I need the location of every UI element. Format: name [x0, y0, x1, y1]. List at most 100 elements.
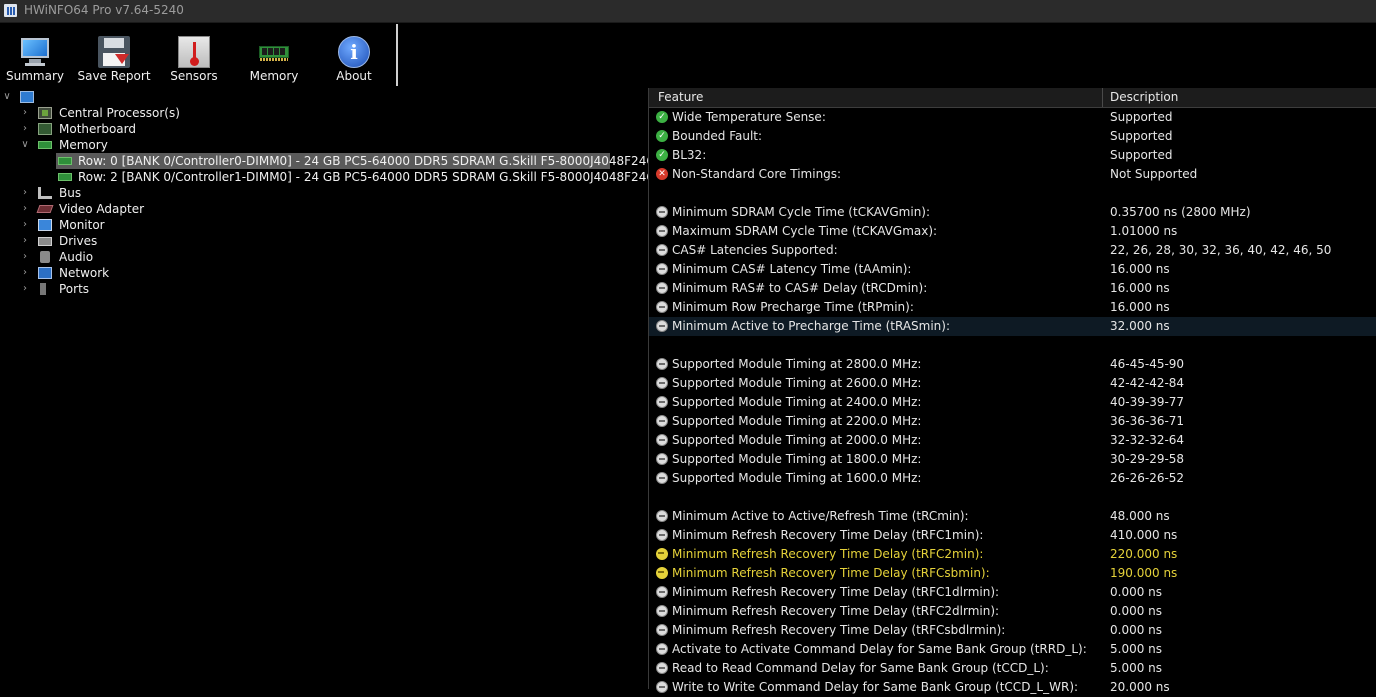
- feature-value: 0.000 ns: [1110, 604, 1163, 618]
- detail-row[interactable]: ✓ Wide Temperature Sense: Supported: [649, 108, 1376, 127]
- detail-row[interactable]: ✓ BL32: Supported: [649, 146, 1376, 165]
- feature-value: 410.000 ns: [1110, 528, 1178, 542]
- memory-button[interactable]: Memory: [235, 32, 313, 86]
- check-circle-icon: ✓: [656, 149, 668, 161]
- info-circle-icon: [656, 643, 668, 655]
- detail-row[interactable]: ✕ Non-Standard Core Timings: Not Supported: [649, 165, 1376, 184]
- detail-row[interactable]: Minimum Refresh Recovery Time Delay (tRF…: [649, 602, 1376, 621]
- detail-row[interactable]: Supported Module Timing at 1800.0 MHz: 30…: [649, 450, 1376, 469]
- feature-name: Write to Write Command Delay for Same Ba…: [672, 680, 1079, 694]
- feature-name: Supported Module Timing at 2200.0 MHz:: [672, 414, 922, 428]
- feature-name: Minimum SDRAM Cycle Time (tCKAVGmin):: [672, 205, 931, 219]
- feature-name: Read to Read Command Delay for Same Bank…: [672, 661, 1049, 675]
- floppy-disk-icon: [98, 36, 130, 68]
- info-circle-icon: [656, 206, 668, 218]
- chevron-down-icon[interactable]: ∨: [20, 137, 30, 153]
- feature-value: 20.000 ns: [1110, 680, 1170, 694]
- feature-value: 190.000 ns: [1110, 566, 1178, 580]
- check-circle-icon: ✓: [656, 111, 668, 123]
- feature-value: Supported: [1110, 148, 1173, 162]
- info-circle-icon: [656, 301, 668, 313]
- sensors-button[interactable]: Sensors: [155, 32, 233, 86]
- detail-row[interactable]: Read to Read Command Delay for Same Bank…: [649, 659, 1376, 678]
- column-separator[interactable]: [1102, 88, 1103, 107]
- detail-row[interactable]: Minimum Active to Precharge Time (tRASmi…: [649, 317, 1376, 336]
- network-icon: [38, 267, 52, 279]
- title-bar: HWiNFO64 Pro v7.64-5240: [0, 0, 1376, 23]
- window-title: HWiNFO64 Pro v7.64-5240: [24, 3, 184, 17]
- detail-row[interactable]: Maximum SDRAM Cycle Time (tCKAVGmax): 1.0…: [649, 222, 1376, 241]
- feature-name: Minimum Refresh Recovery Time Delay (tRF…: [672, 547, 984, 561]
- tree-label: Motherboard: [59, 122, 136, 136]
- detail-row[interactable]: Minimum CAS# Latency Time (tAAmin): 16.00…: [649, 260, 1376, 279]
- feature-value: 0.000 ns: [1110, 623, 1163, 637]
- tree-label: Network: [59, 266, 110, 280]
- detail-row[interactable]: Minimum Refresh Recovery Time Delay (tRF…: [649, 583, 1376, 602]
- tree-label: Video Adapter: [59, 202, 145, 216]
- info-circle-icon: [656, 434, 668, 446]
- detail-row[interactable]: Supported Module Timing at 2800.0 MHz: 46…: [649, 355, 1376, 374]
- feature-value: 220.000 ns: [1110, 547, 1178, 561]
- tree-label: Monitor: [59, 218, 105, 232]
- about-button[interactable]: i About: [315, 32, 393, 86]
- info-circle-icon: [656, 510, 668, 522]
- motherboard-icon: [38, 123, 52, 135]
- detail-row[interactable]: Supported Module Timing at 2200.0 MHz: 36…: [649, 412, 1376, 431]
- feature-name: Minimum Refresh Recovery Time Delay (tRF…: [672, 585, 1000, 599]
- chevron-right-icon[interactable]: ›: [20, 201, 30, 217]
- feature-value: 0.000 ns: [1110, 585, 1163, 599]
- detail-row[interactable]: ✓ Bounded Fault: Supported: [649, 127, 1376, 146]
- chevron-right-icon[interactable]: ›: [20, 265, 30, 281]
- feature-value: Supported: [1110, 110, 1173, 124]
- detail-row[interactable]: Minimum Refresh Recovery Time Delay (tRF…: [649, 545, 1376, 564]
- detail-row[interactable]: CAS# Latencies Supported: 22, 26, 28, 30,…: [649, 241, 1376, 260]
- detail-row[interactable]: Supported Module Timing at 2000.0 MHz: 32…: [649, 431, 1376, 450]
- chevron-down-icon[interactable]: ∨: [2, 89, 12, 105]
- feature-value: 48.000 ns: [1110, 509, 1170, 523]
- feature-name: Activate to Activate Command Delay for S…: [672, 642, 1087, 656]
- monitor-icon: [19, 36, 51, 68]
- chevron-right-icon[interactable]: ›: [20, 121, 30, 137]
- chevron-right-icon[interactable]: ›: [20, 217, 30, 233]
- detail-row[interactable]: Minimum Active to Active/Refresh Time (t…: [649, 507, 1376, 526]
- detail-row[interactable]: Write to Write Command Delay for Same Ba…: [649, 678, 1376, 697]
- detail-row[interactable]: Supported Module Timing at 2600.0 MHz: 42…: [649, 374, 1376, 393]
- detail-panel: Feature Description ✓ Wide Temperature Se…: [648, 88, 1376, 694]
- column-header-feature[interactable]: Feature: [658, 88, 703, 107]
- chevron-right-icon[interactable]: ›: [20, 233, 30, 249]
- info-icon: i: [338, 36, 370, 68]
- info-circle-icon: [656, 605, 668, 617]
- check-circle-icon: ✓: [656, 130, 668, 142]
- detail-row[interactable]: Minimum SDRAM Cycle Time (tCKAVGmin): 0.3…: [649, 203, 1376, 222]
- column-header-description[interactable]: Description: [1110, 88, 1178, 107]
- feature-name: CAS# Latencies Supported:: [672, 243, 838, 257]
- info-circle-icon: [656, 529, 668, 541]
- feature-value: 0.35700 ns (2800 MHz): [1110, 205, 1251, 219]
- drive-icon: [38, 237, 52, 246]
- chevron-right-icon[interactable]: ›: [20, 281, 30, 297]
- feature-value: 26-26-26-52: [1110, 471, 1185, 485]
- feature-name: Minimum Active to Active/Refresh Time (t…: [672, 509, 969, 523]
- feature-name: Minimum Refresh Recovery Time Delay (tRF…: [672, 604, 1000, 618]
- feature-value: 40-39-39-77: [1110, 395, 1185, 409]
- tree-label: Ports: [59, 282, 90, 296]
- detail-row[interactable]: Activate to Activate Command Delay for S…: [649, 640, 1376, 659]
- chevron-right-icon[interactable]: ›: [20, 105, 30, 121]
- chevron-right-icon[interactable]: ›: [20, 185, 30, 201]
- summary-button[interactable]: Summary: [0, 32, 74, 86]
- thermometer-icon: [178, 36, 210, 68]
- detail-row[interactable]: Minimum Refresh Recovery Time Delay (tRF…: [649, 564, 1376, 583]
- save-report-button[interactable]: Save Report: [75, 32, 153, 86]
- feature-value: 36-36-36-71: [1110, 414, 1185, 428]
- feature-value: 16.000 ns: [1110, 281, 1170, 295]
- info-circle-icon: [656, 586, 668, 598]
- detail-row[interactable]: Minimum Row Precharge Time (tRPmin): 16.0…: [649, 298, 1376, 317]
- detail-row[interactable]: Minimum Refresh Recovery Time Delay (tRF…: [649, 621, 1376, 640]
- feature-name: Wide Temperature Sense:: [672, 110, 826, 124]
- detail-row[interactable]: Minimum Refresh Recovery Time Delay (tRF…: [649, 526, 1376, 545]
- chevron-right-icon[interactable]: ›: [20, 249, 30, 265]
- detail-row[interactable]: Minimum RAS# to CAS# Delay (tRCDmin): 16.…: [649, 279, 1376, 298]
- detail-row[interactable]: Supported Module Timing at 1600.0 MHz: 26…: [649, 469, 1376, 488]
- feature-value: 5.000 ns: [1110, 661, 1163, 675]
- detail-row[interactable]: Supported Module Timing at 2400.0 MHz: 40…: [649, 393, 1376, 412]
